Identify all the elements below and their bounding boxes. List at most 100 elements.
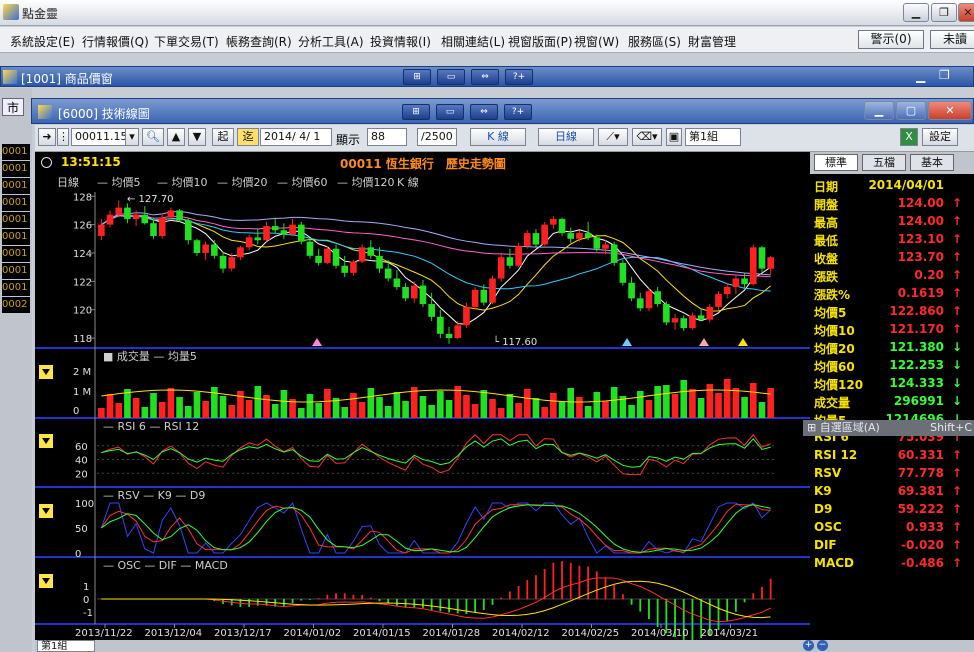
layout-icon[interactable]: ⊞ [403, 69, 431, 85]
y-tick-label: -1 [83, 608, 93, 619]
warning-button[interactable]: 警示(0) [858, 30, 924, 49]
tech-maximize-button[interactable]: ▢ [896, 101, 926, 120]
osc-bar [456, 599, 459, 614]
menu-item[interactable]: 服務區(S) [628, 33, 681, 50]
recent-button[interactable]: 迄 [237, 128, 259, 146]
quote-arrow-icon: ↑ [951, 322, 962, 336]
side-code-item[interactable]: 0001 [2, 212, 30, 228]
product-restore-button[interactable]: ❐ [939, 68, 950, 82]
minimize-button[interactable]: ▁ [903, 3, 929, 22]
osc-bar [430, 599, 433, 611]
help-icon[interactable]: ?+ [505, 69, 533, 85]
volume-bar [228, 405, 236, 418]
menu-item[interactable]: 相關連結(L) [441, 33, 505, 50]
app-logo-icon [3, 4, 19, 20]
volume-bar [541, 407, 548, 418]
quote-arrow-icon: ↓ [951, 358, 962, 372]
quote-tab[interactable]: 標準 [814, 154, 858, 171]
volume-bar [384, 406, 392, 418]
candle-body [332, 248, 340, 266]
close-button[interactable]: ✕ [958, 3, 974, 22]
y-tick-label: 0 [75, 549, 81, 560]
candle-body [176, 210, 183, 221]
draw-line-icon[interactable]: ⟋▾ [598, 128, 628, 146]
legend-item: — RSI 6 — RSI 12 [103, 420, 199, 433]
line-type-select[interactable]: K 線 [470, 128, 526, 146]
side-code-item[interactable]: 0001 [2, 195, 30, 211]
period-select[interactable]: 日線 [538, 128, 594, 146]
link-icon[interactable]: ⇔ [470, 104, 498, 120]
menu-item[interactable]: 行情報價(Q) [82, 33, 149, 50]
help-icon[interactable]: ?+ [504, 104, 532, 120]
pending-button[interactable]: 未讀 [930, 30, 974, 49]
tech-minimize-button[interactable]: ▁ [864, 101, 894, 120]
save-icon[interactable]: ▣ [666, 128, 682, 146]
window-icon[interactable]: ▭ [436, 104, 464, 120]
quote-tab[interactable]: 五檔 [862, 154, 906, 171]
side-code-item[interactable]: 0001 [2, 263, 30, 279]
link-icon[interactable]: ⇔ [471, 69, 499, 85]
bottom-group-select[interactable]: 第1組 [37, 640, 95, 652]
link-arrow-button[interactable]: ➜ [38, 128, 56, 146]
quote-key: 均價60 [814, 360, 855, 374]
side-code-item[interactable]: 0001 [2, 229, 30, 245]
side-tab[interactable]: 市 [2, 98, 24, 116]
candle-body [628, 282, 635, 299]
zoom-out-icon[interactable]: − [817, 640, 828, 651]
window-icon[interactable]: ▭ [437, 69, 465, 85]
side-code-item[interactable]: 0001 [2, 178, 30, 194]
menu-item[interactable]: 視窗版面(P) [508, 33, 573, 50]
date-select[interactable]: 2014/ 4/ 1 [260, 128, 332, 146]
volume-bar [167, 388, 175, 418]
side-code-item[interactable]: 0001 [2, 144, 30, 160]
menu-item[interactable]: 帳務查詢(R) [226, 33, 292, 50]
volume-bar [297, 408, 305, 418]
side-code-item[interactable]: 0001 [2, 246, 30, 262]
menu-item[interactable]: 投資情報(I) [370, 33, 431, 50]
quote-row: RSV 77.778 ↑ [814, 466, 966, 484]
quote-row: 最低 123.10 ↑ [814, 232, 966, 250]
low-annotation: └ 117.60 [493, 335, 537, 348]
volume-bar [732, 388, 740, 418]
quote-panel: 日期 2014/04/01 開盤 124.00 ↑ 最高 124.00 ↑ 最低 123.10 ↑ 收… [810, 174, 974, 640]
group-select[interactable]: 第1組 [685, 128, 741, 146]
osc-bar [691, 599, 694, 640]
osc-bar [317, 598, 320, 600]
menu-item[interactable]: 財富管理 [688, 33, 736, 50]
tech-close-button[interactable]: ✕ [928, 101, 972, 120]
up-arrow-button[interactable]: ▲ [167, 128, 185, 146]
volume-bar [706, 384, 714, 418]
side-code-item[interactable]: 0001 [2, 280, 30, 296]
grid-menu-button[interactable]: ⋮ [57, 128, 69, 146]
product-window-titlebar: [1001] 商品價窗 ⊞ ▭ ⇔ ?+ ▁ ❐ [0, 66, 974, 87]
menu-item[interactable]: 視窗(W) [574, 33, 619, 50]
candle-body [219, 255, 227, 269]
quote-tab[interactable]: 基本 [910, 154, 954, 171]
osc-bar [413, 599, 416, 608]
osc-bar [526, 579, 529, 600]
volume-bar [515, 403, 522, 418]
eraser-icon[interactable]: ⌫▾ [632, 128, 662, 146]
start-button[interactable]: 起 [212, 128, 234, 146]
menu-item[interactable]: 系統設定(E) [10, 33, 75, 50]
chart-area[interactable]: 13:51:15 00011 恆生銀行 歷史走勢圖 118 120 122 124 12… [35, 152, 810, 640]
menu-item[interactable]: 下單交易(T) [154, 33, 219, 50]
candle-body [593, 237, 601, 249]
settings-button[interactable]: 設定 [922, 128, 958, 146]
x-tick-label: 2014/01/02 [284, 628, 342, 639]
quote-value: 122.253 [889, 358, 944, 372]
menu-item[interactable]: 分析工具(A) [298, 33, 364, 50]
excel-icon[interactable]: X [900, 128, 918, 146]
volume-bar [263, 395, 270, 418]
show-count-input[interactable]: 88 [367, 128, 407, 146]
zoom-in-icon[interactable]: + [803, 640, 814, 651]
layout-icon[interactable]: ⊞ [402, 104, 430, 120]
maximize-button[interactable]: ❐ [931, 3, 957, 22]
side-code-item[interactable]: 0001 [2, 161, 30, 177]
down-arrow-button[interactable]: ▼ [188, 128, 206, 146]
product-minimize-button[interactable]: ▁ [916, 69, 925, 83]
search-icon[interactable]: 🔍︎ [142, 128, 164, 146]
side-code-item[interactable]: 0002 [2, 297, 30, 313]
tooltip-shortcut: Shift+C [930, 421, 972, 434]
symbol-dropdown-icon[interactable]: ▾ [125, 128, 139, 146]
